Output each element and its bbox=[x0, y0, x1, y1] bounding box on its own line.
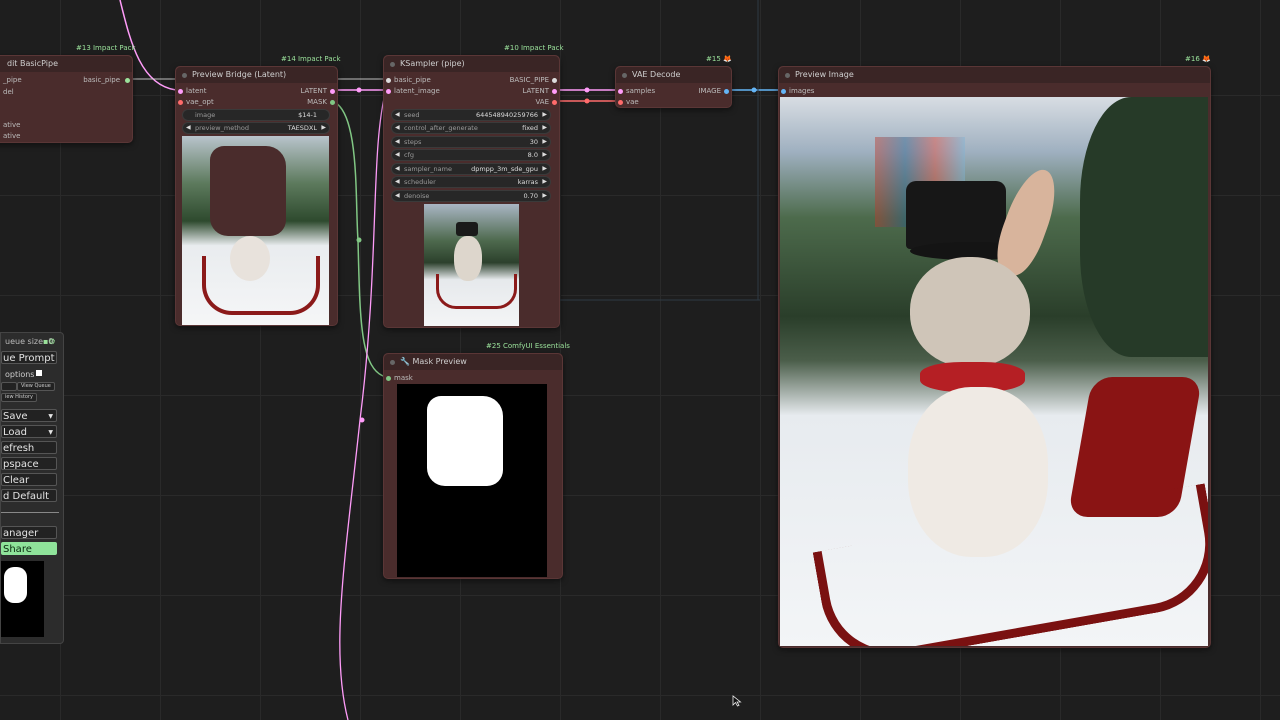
scheduler-widget[interactable]: ◀ scheduler karras ▶ bbox=[391, 176, 551, 188]
rabbit-head bbox=[910, 257, 1030, 367]
output-basic-pipe[interactable]: BASIC_PIPE bbox=[510, 75, 549, 85]
output-basic-pipe[interactable]: basic_pipe bbox=[83, 75, 120, 85]
menu-divider bbox=[1, 512, 59, 513]
input-negative[interactable]: ative bbox=[3, 131, 20, 141]
mouse-cursor-icon bbox=[732, 695, 742, 707]
input-vae-opt[interactable]: vae_opt bbox=[186, 97, 214, 107]
output-latent[interactable]: LATENT bbox=[522, 86, 549, 96]
load-button[interactable]: Load ▼ bbox=[1, 425, 57, 438]
basic-pipe-socket[interactable] bbox=[386, 78, 391, 83]
output-vae[interactable]: VAE bbox=[535, 97, 549, 107]
node-title: Preview Image bbox=[795, 70, 854, 79]
preview-output-image[interactable] bbox=[780, 97, 1208, 646]
seed-widget[interactable]: ◀ seed 644548940259766 ▶ bbox=[391, 109, 551, 121]
save-button[interactable]: Save ▼ bbox=[1, 409, 57, 422]
out-socket-1[interactable] bbox=[552, 78, 557, 83]
node-title: dit BasicPipe bbox=[7, 59, 59, 68]
share-button[interactable]: Share bbox=[1, 542, 57, 555]
input-positive[interactable]: ative bbox=[3, 120, 20, 130]
out-socket-3[interactable] bbox=[552, 100, 557, 105]
menu-icons[interactable]: ▪⚙ bbox=[43, 337, 56, 346]
image-widget[interactable]: image $14-1 bbox=[182, 109, 330, 121]
extra-options-label: options bbox=[5, 370, 35, 379]
mask-overlay bbox=[210, 146, 286, 236]
mask-white-region bbox=[427, 396, 503, 486]
preview-method-widget[interactable]: ◀ preview_method TAESDXL ▶ bbox=[182, 122, 330, 134]
chevron-down-icon: ▼ bbox=[48, 413, 53, 420]
vae-decode-node[interactable]: VAE Decode samples vae IMAGE bbox=[615, 66, 732, 108]
control-after-generate-widget[interactable]: ◀ control_after_generate fixed ▶ bbox=[391, 122, 551, 134]
queue-prompt-button[interactable]: ue Prompt bbox=[1, 351, 57, 364]
node-title: KSampler (pipe) bbox=[400, 59, 465, 68]
node-badge-16: #16 🦊 bbox=[1185, 55, 1211, 63]
node-badge-15: #15 🦊 bbox=[706, 55, 732, 63]
images-socket[interactable] bbox=[781, 89, 786, 94]
cfg-widget[interactable]: ◀ cfg 8.0 ▶ bbox=[391, 149, 551, 161]
node-title: Preview Bridge (Latent) bbox=[192, 70, 287, 79]
node-badge-13: #13 Impact Pack bbox=[76, 44, 136, 52]
view-history-button[interactable]: iew History bbox=[1, 393, 37, 402]
manager-button[interactable]: anager bbox=[1, 526, 57, 539]
latent-socket[interactable] bbox=[178, 89, 183, 94]
chevron-down-icon: ▼ bbox=[48, 429, 53, 436]
view-queue-button[interactable]: View Queue bbox=[17, 382, 55, 391]
preview-bridge-node[interactable]: Preview Bridge (Latent) latent vae_opt L… bbox=[175, 66, 338, 326]
sled-shape bbox=[436, 274, 517, 309]
input-basic-pipe[interactable]: basic_pipe bbox=[394, 75, 431, 85]
mask-out-socket[interactable] bbox=[330, 100, 335, 105]
out-socket-2[interactable] bbox=[552, 89, 557, 94]
output-socket[interactable] bbox=[125, 78, 130, 83]
input-images[interactable]: images bbox=[789, 86, 814, 96]
node-title: 🔧 Mask Preview bbox=[400, 357, 467, 366]
queue-button[interactable] bbox=[1, 382, 17, 391]
node-title: VAE Decode bbox=[632, 70, 681, 79]
clipspace-thumbnail[interactable] bbox=[1, 561, 44, 637]
mask-image[interactable] bbox=[397, 384, 547, 577]
node-badge-14: #14 Impact Pack bbox=[281, 55, 341, 63]
input-mask[interactable]: mask bbox=[394, 373, 413, 383]
mask-socket[interactable] bbox=[386, 376, 391, 381]
ksampler-node[interactable]: KSampler (pipe) basic_pipe latent_image … bbox=[383, 55, 560, 328]
preview-image-node[interactable]: Preview Image images bbox=[778, 66, 1211, 648]
node-badge-10: #10 Impact Pack bbox=[504, 44, 564, 52]
vae-socket[interactable] bbox=[618, 100, 623, 105]
node-badge-25: #25 ComfyUI Essentials bbox=[486, 342, 570, 350]
latent-image-socket[interactable] bbox=[386, 89, 391, 94]
sled-shape bbox=[202, 256, 320, 315]
denoise-widget[interactable]: ◀ denoise 0.70 ▶ bbox=[391, 190, 551, 202]
extra-options-checkbox[interactable] bbox=[36, 370, 42, 376]
edit-basicpipe-node[interactable]: dit BasicPipe _pipe del ative ative basi… bbox=[0, 55, 133, 143]
output-mask[interactable]: MASK bbox=[307, 97, 327, 107]
top-hat bbox=[906, 181, 1006, 249]
input-pipe[interactable]: _pipe bbox=[3, 75, 22, 85]
steps-widget[interactable]: ◀ steps 30 ▶ bbox=[391, 136, 551, 148]
clipspace-button[interactable]: pspace bbox=[1, 457, 57, 470]
vae-socket[interactable] bbox=[178, 100, 183, 105]
input-vae[interactable]: vae bbox=[626, 97, 639, 107]
preview-bridge-image[interactable] bbox=[182, 136, 329, 325]
hat-shape bbox=[456, 222, 478, 236]
load-default-button[interactable]: d Default bbox=[1, 489, 57, 502]
thumbnail-mask-shape bbox=[4, 567, 27, 603]
ksampler-preview-image[interactable] bbox=[424, 204, 519, 326]
latent-out-socket[interactable] bbox=[330, 89, 335, 94]
mask-preview-node[interactable]: 🔧 Mask Preview mask bbox=[383, 353, 563, 579]
pine-tree bbox=[1080, 97, 1208, 357]
sampler-name-widget[interactable]: ◀ sampler_name dpmpp_3m_sde_gpu ▶ bbox=[391, 163, 551, 175]
input-latent-image[interactable]: latent_image bbox=[394, 86, 440, 96]
refresh-button[interactable]: efresh bbox=[1, 441, 57, 454]
clear-button[interactable]: Clear bbox=[1, 473, 57, 486]
input-model[interactable]: del bbox=[3, 87, 14, 97]
image-out-socket[interactable] bbox=[724, 89, 729, 94]
output-latent[interactable]: LATENT bbox=[300, 86, 327, 96]
samples-socket[interactable] bbox=[618, 89, 623, 94]
output-image[interactable]: IMAGE bbox=[698, 86, 721, 96]
input-samples[interactable]: samples bbox=[626, 86, 655, 96]
input-latent[interactable]: latent bbox=[186, 86, 206, 96]
comfy-menu-panel[interactable]: ueue size: 0 ▪⚙ ue Prompt options View Q… bbox=[0, 332, 64, 644]
